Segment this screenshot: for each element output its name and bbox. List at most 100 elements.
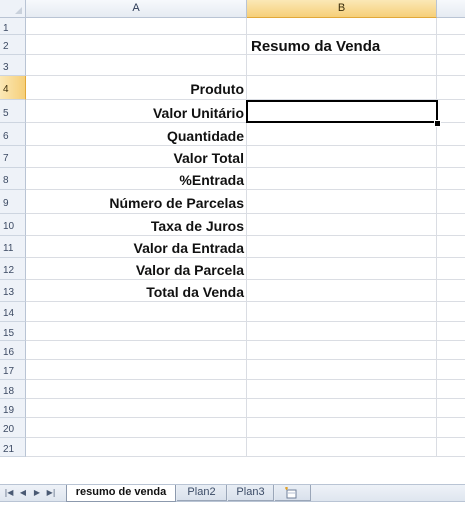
- tab-plan3[interactable]: Plan3: [228, 485, 274, 501]
- cell-a10[interactable]: Taxa de Juros: [26, 214, 247, 236]
- row-header-21[interactable]: 21: [0, 438, 26, 457]
- cell-b8[interactable]: [247, 168, 437, 190]
- sheet-row-16: 16: [0, 341, 465, 360]
- sheet-row-18: 18: [0, 380, 465, 399]
- insert-worksheet-tab[interactable]: [275, 485, 311, 501]
- cell-c4[interactable]: [437, 76, 465, 100]
- cell-a4[interactable]: Produto: [26, 76, 247, 100]
- cell-b4[interactable]: [247, 76, 437, 100]
- row-header-13[interactable]: 13: [0, 280, 26, 302]
- cell-b12[interactable]: [247, 258, 437, 280]
- cell-b14[interactable]: [247, 302, 437, 322]
- row-header-6[interactable]: 6: [0, 123, 26, 146]
- cell-a11[interactable]: Valor da Entrada: [26, 236, 247, 258]
- cell-a19[interactable]: [26, 399, 247, 418]
- cell-a6[interactable]: Quantidade: [26, 123, 247, 146]
- cell-a18[interactable]: [26, 380, 247, 399]
- cell-c16[interactable]: [437, 341, 465, 360]
- cell-a21[interactable]: [26, 438, 247, 457]
- row-header-18[interactable]: 18: [0, 380, 26, 399]
- cell-c18[interactable]: [437, 380, 465, 399]
- cell-c21[interactable]: [437, 438, 465, 457]
- cell-b13[interactable]: [247, 280, 437, 302]
- cell-c19[interactable]: [437, 399, 465, 418]
- cell-b5[interactable]: [247, 100, 437, 123]
- cell-c3[interactable]: [437, 55, 465, 76]
- row-header-8[interactable]: 8: [0, 168, 26, 190]
- row-header-14[interactable]: 14: [0, 302, 26, 322]
- row-header-7[interactable]: 7: [0, 146, 26, 168]
- row-header-20[interactable]: 20: [0, 418, 26, 438]
- cell-c5[interactable]: [437, 100, 465, 123]
- row-header-19[interactable]: 19: [0, 399, 26, 418]
- cell-b2[interactable]: Resumo da Venda: [247, 35, 437, 55]
- row-header-16[interactable]: 16: [0, 341, 26, 360]
- cell-a17[interactable]: [26, 360, 247, 380]
- select-all-corner[interactable]: [0, 0, 26, 18]
- cell-c13[interactable]: [437, 280, 465, 302]
- cell-c11[interactable]: [437, 236, 465, 258]
- cell-a5[interactable]: Valor Unitário: [26, 100, 247, 123]
- cell-b3[interactable]: [247, 55, 437, 76]
- row-header-5[interactable]: 5: [0, 100, 26, 123]
- cell-a12[interactable]: Valor da Parcela: [26, 258, 247, 280]
- cell-a8[interactable]: %Entrada: [26, 168, 247, 190]
- column-header-c-partial[interactable]: [437, 0, 465, 18]
- cell-c8[interactable]: [437, 168, 465, 190]
- cell-a13[interactable]: Total da Venda: [26, 280, 247, 302]
- fill-handle[interactable]: [434, 120, 441, 127]
- row-header-12[interactable]: 12: [0, 258, 26, 280]
- row-header-3[interactable]: 3: [0, 55, 26, 76]
- cell-c1[interactable]: [437, 18, 465, 35]
- cell-a1[interactable]: [26, 18, 247, 35]
- tab-plan2[interactable]: Plan2: [177, 485, 227, 501]
- cell-b16[interactable]: [247, 341, 437, 360]
- cell-c15[interactable]: [437, 322, 465, 341]
- row-header-4[interactable]: 4: [0, 76, 26, 100]
- cell-c10[interactable]: [437, 214, 465, 236]
- row-header-10[interactable]: 10: [0, 214, 26, 236]
- cell-a3[interactable]: [26, 55, 247, 76]
- cell-b10[interactable]: [247, 214, 437, 236]
- prev-sheet-nav-icon[interactable]: ◀: [17, 486, 29, 500]
- cell-c9[interactable]: [437, 190, 465, 214]
- cell-b11[interactable]: [247, 236, 437, 258]
- cell-c6[interactable]: [437, 123, 465, 146]
- cell-c17[interactable]: [437, 360, 465, 380]
- cell-c20[interactable]: [437, 418, 465, 438]
- cell-a16[interactable]: [26, 341, 247, 360]
- row-header-11[interactable]: 11: [0, 236, 26, 258]
- next-sheet-nav-icon[interactable]: ▶: [31, 486, 43, 500]
- row-header-1[interactable]: 1: [0, 18, 26, 35]
- cell-b17[interactable]: [247, 360, 437, 380]
- cell-b20[interactable]: [247, 418, 437, 438]
- column-header-a[interactable]: A: [26, 0, 247, 18]
- cell-c2[interactable]: [437, 35, 465, 55]
- row-header-9[interactable]: 9: [0, 190, 26, 214]
- cell-b15[interactable]: [247, 322, 437, 341]
- cell-b19[interactable]: [247, 399, 437, 418]
- first-sheet-nav-icon[interactable]: |◀: [3, 486, 15, 500]
- cell-b1[interactable]: [247, 18, 437, 35]
- insert-worksheet-icon: [285, 487, 297, 499]
- cell-b9[interactable]: [247, 190, 437, 214]
- cell-b6[interactable]: [247, 123, 437, 146]
- cell-a20[interactable]: [26, 418, 247, 438]
- cell-a2[interactable]: [26, 35, 247, 55]
- row-header-2[interactable]: 2: [0, 35, 26, 55]
- cell-c12[interactable]: [437, 258, 465, 280]
- row-header-15[interactable]: 15: [0, 322, 26, 341]
- cell-c7[interactable]: [437, 146, 465, 168]
- last-sheet-nav-icon[interactable]: ▶|: [45, 486, 57, 500]
- cell-a15[interactable]: [26, 322, 247, 341]
- cell-c14[interactable]: [437, 302, 465, 322]
- column-header-b[interactable]: B: [247, 0, 437, 18]
- tab-resumo-de-venda[interactable]: resumo de venda: [66, 485, 176, 502]
- cell-b7[interactable]: [247, 146, 437, 168]
- cell-a9[interactable]: Número de Parcelas: [26, 190, 247, 214]
- cell-a14[interactable]: [26, 302, 247, 322]
- cell-b21[interactable]: [247, 438, 437, 457]
- cell-b18[interactable]: [247, 380, 437, 399]
- row-header-17[interactable]: 17: [0, 360, 26, 380]
- cell-a7[interactable]: Valor Total: [26, 146, 247, 168]
